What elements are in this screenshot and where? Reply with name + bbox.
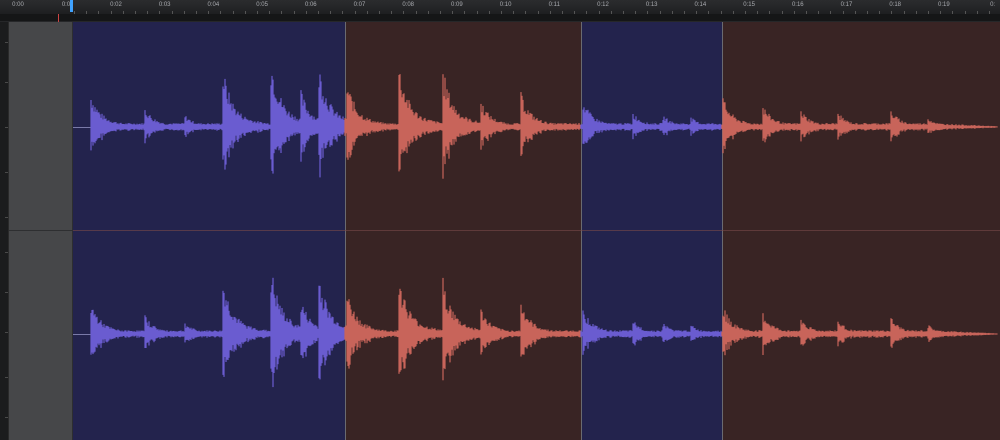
ruler-tick-label: 0:04 (207, 2, 220, 8)
ruler-playhead-label: 0:0 (61, 2, 71, 8)
ruler-tick-label: 0:05 (256, 2, 268, 8)
ruler-tick-label: 0:14 (694, 2, 707, 8)
edit-cursor[interactable] (58, 14, 59, 22)
ruler-tick-label: 0:18 (889, 2, 902, 8)
time-ruler[interactable]: 0:00 0:0 0:02 0:03 0:04 0:05 0:06 0:07 0:08 0:0… (0, 0, 1000, 15)
ruler-tick-label: 0:10 (499, 2, 512, 8)
playhead-marker[interactable] (70, 0, 73, 12)
loop-region-bar[interactable] (0, 14, 1000, 22)
ruler-tick-label: 0:07 (353, 2, 366, 8)
level-gutter (0, 22, 8, 440)
ruler-tick-label: 0:11 (548, 2, 560, 8)
ruler-tick-label: 0:15 (743, 2, 755, 8)
ruler-tick-label: 0:12 (597, 2, 609, 8)
ruler-tick-label: 0:17 (840, 2, 853, 8)
ruler-tick-label: 0:06 (304, 2, 317, 8)
ruler-tick-label: 0:02 (110, 2, 122, 8)
ruler-tick-label: 0:08 (402, 2, 415, 8)
audio-editor: 0:00 0:0 0:02 0:03 0:04 0:05 0:06 0:07 0:08 0:0… (0, 0, 1000, 440)
ruler-tick-label: 0:13 (645, 2, 658, 8)
ruler-tick-label: 0:16 (791, 2, 804, 8)
ruler-tick-label: 0:03 (158, 2, 171, 8)
ruler-tick-label: 0:19 (938, 2, 950, 8)
ruler-tick-label: 0: (990, 2, 996, 8)
ruler-tick-label: 0:09 (451, 2, 463, 8)
ruler-start-label: 0:00 (12, 2, 24, 8)
track-header[interactable] (8, 22, 74, 440)
channel-divider-header (9, 230, 74, 231)
waveform-display[interactable] (73, 22, 1000, 440)
